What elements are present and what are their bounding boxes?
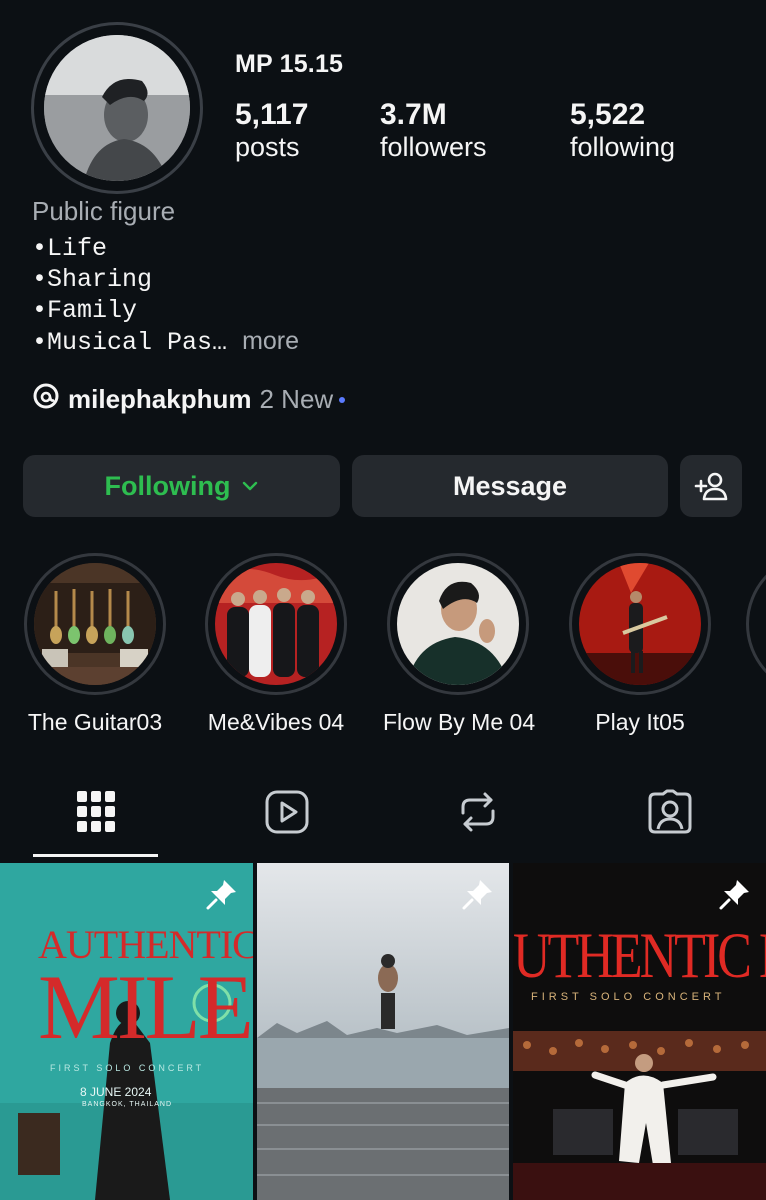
- highlight-cover: [34, 563, 156, 685]
- pin-icon: [205, 877, 239, 916]
- post-tile[interactable]: AUTHENTIC MILE FIRST SOLO CONCERT 8 JUNE…: [0, 863, 253, 1200]
- post-subtitle: MILE: [38, 956, 253, 1058]
- following-label: Following: [104, 470, 231, 501]
- threads-icon: [32, 382, 60, 417]
- highlight-ring: [746, 553, 766, 695]
- add-user-button[interactable]: [680, 455, 742, 517]
- highlight-item[interactable]: Flow By Me 04: [383, 553, 536, 736]
- bio-line-last: •Musical Pas… more: [32, 326, 299, 358]
- followers-label: followers: [380, 132, 487, 162]
- threads-link[interactable]: milephakphum 2 New: [32, 382, 346, 417]
- highlight-ring: [24, 553, 166, 695]
- message-label: Message: [452, 470, 568, 501]
- post-title: UTHENTIC MIL: [513, 920, 766, 993]
- bio-more-link[interactable]: more: [242, 327, 299, 355]
- post-caption: FIRST SOLO CONCERT: [531, 991, 726, 1003]
- bio-line: •Family: [32, 296, 138, 325]
- tab-reposts[interactable]: [448, 786, 508, 838]
- tagged-icon: [647, 789, 693, 835]
- bio-line: •Life: [32, 234, 108, 263]
- profile-avatar[interactable]: [31, 22, 203, 194]
- repost-icon: [457, 789, 499, 835]
- stat-following[interactable]: 5,522 following: [570, 98, 675, 163]
- reels-icon: [264, 789, 310, 835]
- highlight-item[interactable]: Me&Vibes 04: [201, 553, 351, 736]
- post-date: 8 JUNE 2024: [80, 1085, 152, 1099]
- message-button[interactable]: Message: [352, 455, 668, 517]
- highlight-item[interactable]: Play It05: [565, 553, 715, 736]
- highlight-cover: [397, 563, 519, 685]
- followers-count: 3.7M: [380, 98, 447, 131]
- grid-icon: [77, 791, 115, 833]
- profile-category: Public figure: [32, 196, 176, 226]
- highlight-cover: [579, 563, 701, 685]
- posts-count: 5,117: [235, 98, 309, 131]
- highlight-label: The Guitar03: [27, 709, 163, 735]
- pin-icon: [718, 877, 752, 916]
- add-person-icon: [694, 471, 728, 501]
- tab-tagged[interactable]: [640, 786, 700, 838]
- profile-name: MP 15.15: [235, 50, 344, 78]
- highlight-label: Play It05: [595, 709, 685, 735]
- post-tile[interactable]: [257, 863, 509, 1200]
- pin-icon: [461, 877, 495, 916]
- bio-line: •Sharing: [32, 265, 153, 294]
- highlight-item[interactable]: The Guitar03: [20, 553, 170, 736]
- highlight-cover: [215, 563, 337, 685]
- highlight-ring: [205, 553, 347, 695]
- threads-username: milephakphum: [68, 383, 252, 414]
- avatar-photo: [44, 35, 190, 181]
- threads-new-badge: 2 New: [259, 383, 334, 414]
- highlight-label: Me&Vibes 04: [207, 709, 345, 735]
- following-label: following: [570, 132, 676, 162]
- bio-line-text: •Musical Pas…: [32, 328, 228, 357]
- stat-posts[interactable]: 5,117 posts: [235, 98, 308, 163]
- post-caption: FIRST SOLO CONCERT: [50, 1063, 205, 1073]
- post-tile[interactable]: UTHENTIC MIL FIRST SOLO CONCERT: [513, 863, 766, 1200]
- tab-posts[interactable]: [66, 786, 126, 838]
- active-tab-indicator: [33, 854, 158, 857]
- profile-bio: •Life •Sharing •Family •Musical Pas… mor…: [32, 233, 299, 358]
- chevron-down-icon: [242, 480, 258, 492]
- following-count: 5,522: [570, 98, 646, 131]
- tab-reels[interactable]: [257, 786, 317, 838]
- new-dot: [339, 397, 346, 403]
- stat-followers[interactable]: 3.7M followers: [380, 98, 487, 163]
- post-note: BANGKOK, THAILAND: [82, 1101, 173, 1108]
- following-button[interactable]: Following: [23, 455, 340, 517]
- highlight-label: Flow By Me 04: [383, 709, 536, 735]
- highlight-item-partial[interactable]: [746, 553, 766, 695]
- highlight-ring: [387, 553, 529, 695]
- highlight-ring: [569, 553, 711, 695]
- posts-label: posts: [235, 132, 300, 162]
